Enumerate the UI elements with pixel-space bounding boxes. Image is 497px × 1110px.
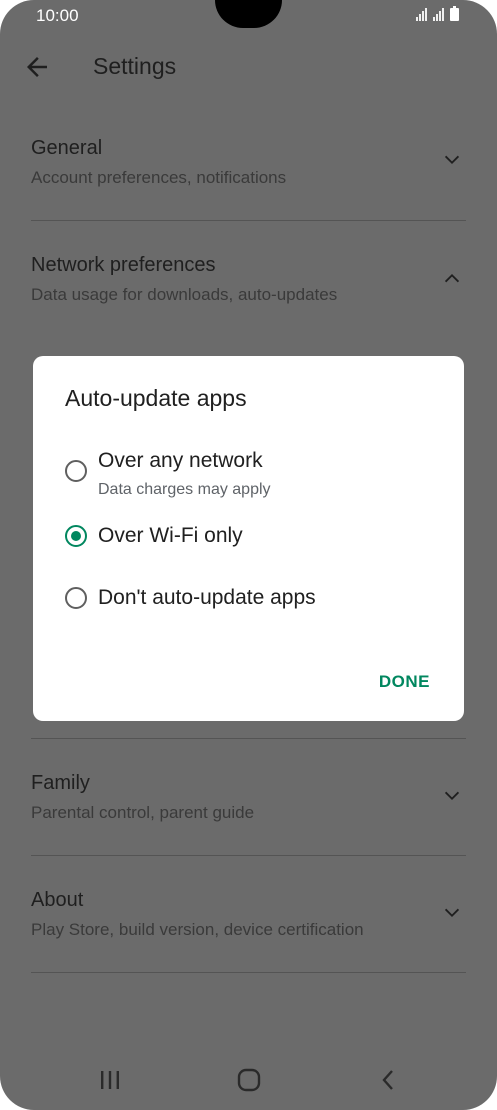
signal-icon <box>433 8 444 21</box>
chevron-down-icon <box>444 908 460 918</box>
settings-item-subtitle: Account preferences, notifications <box>31 168 287 187</box>
radio-button-checked[interactable] <box>65 525 87 547</box>
settings-item-general[interactable]: General Account preferences, notificatio… <box>0 120 497 220</box>
page-title: Settings <box>93 53 177 79</box>
radio-button[interactable] <box>65 587 87 609</box>
auto-update-dialog: Auto-update apps Over any network Data c… <box>33 356 464 721</box>
app-bar: Settings <box>0 40 497 96</box>
chevron-down-icon <box>444 155 460 165</box>
option-sublabel: Data charges may apply <box>98 481 271 498</box>
divider <box>31 220 466 221</box>
settings-item-about[interactable]: About Play Store, build version, device … <box>0 872 497 972</box>
navigation-bar <box>0 1050 497 1110</box>
battery-icon <box>450 6 459 21</box>
settings-item-subtitle: Play Store, build version, device certif… <box>31 920 364 939</box>
divider <box>31 738 466 739</box>
status-icons <box>416 6 459 21</box>
back-icon[interactable] <box>368 1062 408 1098</box>
phone-screen: 10:00 Settings General Account preferenc… <box>0 0 497 1110</box>
settings-item-title: About <box>31 889 84 911</box>
recent-apps-icon[interactable] <box>90 1062 130 1098</box>
settings-item-subtitle: Data usage for downloads, auto-updates <box>31 285 338 304</box>
dialog-title: Auto-update apps <box>65 385 247 411</box>
signal-icon <box>416 8 427 21</box>
settings-item-network[interactable]: Network preferences Data usage for downl… <box>0 237 497 337</box>
option-over-any-network[interactable]: Over any network Data charges may apply <box>63 446 453 506</box>
radio-button[interactable] <box>65 460 87 482</box>
home-icon[interactable] <box>229 1062 269 1098</box>
settings-item-title: General <box>31 137 103 159</box>
settings-item-family[interactable]: Family Parental control, parent guide <box>0 755 497 855</box>
option-label: Don't auto-update apps <box>98 586 316 609</box>
done-button[interactable]: DONE <box>379 672 430 692</box>
divider <box>31 972 466 973</box>
settings-item-title: Network preferences <box>31 254 216 276</box>
settings-item-subtitle: Parental control, parent guide <box>31 803 255 822</box>
option-dont-auto-update[interactable]: Don't auto-update apps <box>63 584 453 624</box>
chevron-down-icon <box>444 791 460 801</box>
divider <box>31 855 466 856</box>
chevron-up-icon <box>444 273 460 283</box>
option-label: Over any network <box>98 449 263 472</box>
status-time: 10:00 <box>36 6 79 25</box>
option-label: Over Wi-Fi only <box>98 524 243 547</box>
settings-item-title: Family <box>31 772 90 794</box>
back-arrow-icon[interactable] <box>22 52 52 82</box>
option-over-wifi-only[interactable]: Over Wi-Fi only <box>63 522 453 562</box>
